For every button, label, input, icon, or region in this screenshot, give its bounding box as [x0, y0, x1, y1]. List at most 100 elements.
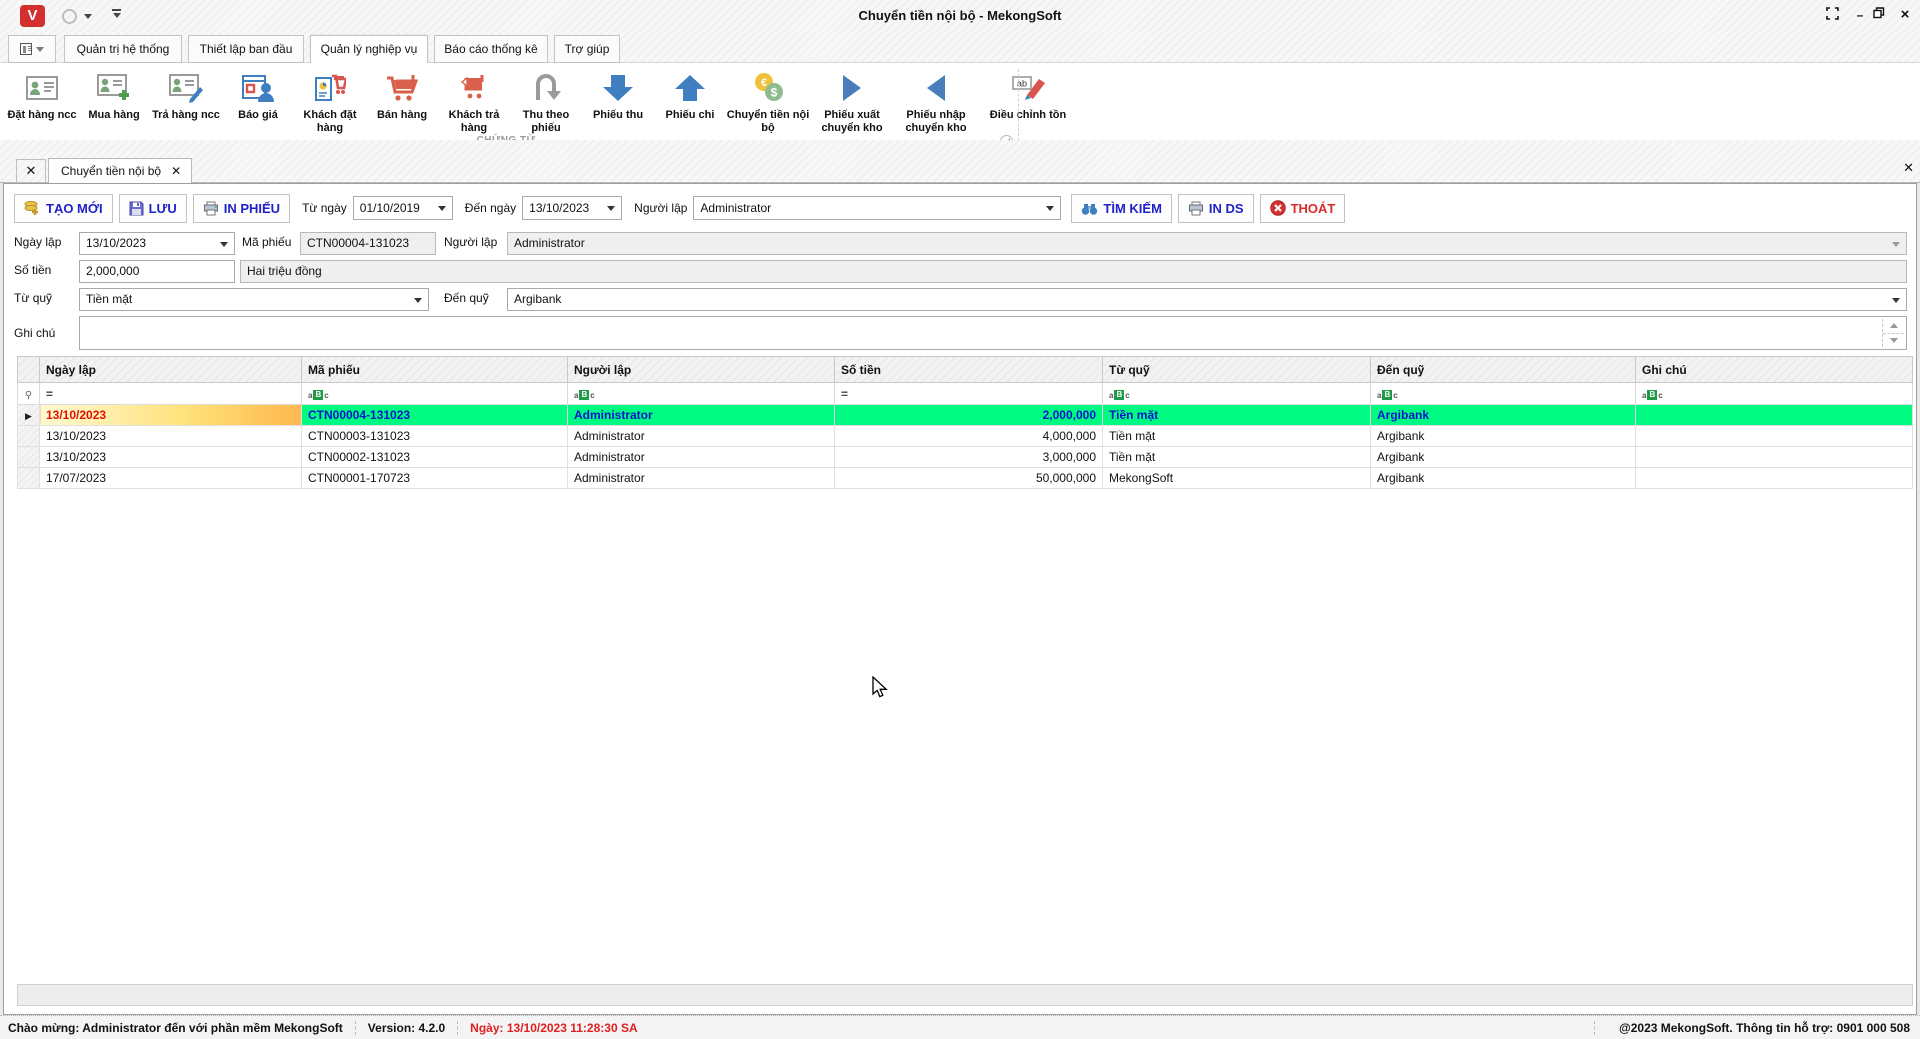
grid-bottom-scrollbar[interactable]	[17, 984, 1913, 1006]
den-quy-combo[interactable]: Argibank	[507, 288, 1907, 311]
ribbon-item-mua-hang[interactable]: Mua hàng	[78, 67, 150, 135]
filter-tu-quy[interactable]: aBc	[1103, 383, 1371, 405]
ngay-lap-combo[interactable]: 13/10/2023	[79, 232, 235, 255]
cell-tu-quy[interactable]: Tiền mặt	[1103, 426, 1371, 447]
from-date-combo[interactable]: 01/10/2019	[353, 196, 453, 220]
close-tab-right-icon[interactable]: ✕	[1903, 160, 1914, 176]
ribbon-item-chuyen-tien-noi-bo[interactable]: €$ Chuyển tiền nội bộ	[726, 67, 810, 135]
tab-close-icon[interactable]: ✕	[171, 164, 181, 178]
tab-quan-tri-he-thong[interactable]: Quản trị hệ thống	[64, 35, 182, 63]
close-all-tabs-button[interactable]: ✕	[16, 159, 46, 183]
ribbon-item-bao-gia[interactable]: Báo giá	[222, 67, 294, 135]
filter-ma-phieu[interactable]: aBc	[302, 383, 568, 405]
cell-den-quy[interactable]: Argibank	[1371, 426, 1636, 447]
cell-ngay-lap[interactable]: 13/10/2023	[40, 426, 302, 447]
filter-so-tien[interactable]: =	[835, 383, 1103, 405]
row-indicator-cell	[18, 447, 40, 468]
ribbon-item-phieu-xuat-chuyen-kho[interactable]: Phiếu xuất chuyển kho	[810, 67, 894, 135]
ribbon-item-ban-hang[interactable]: Bán hàng	[366, 67, 438, 135]
minimize-button[interactable]: –	[1850, 7, 1870, 25]
close-button[interactable]: ×	[1895, 7, 1915, 25]
so-tien-input[interactable]: 2,000,000	[79, 260, 235, 283]
column-header-so-tien[interactable]: Số tiền	[835, 357, 1103, 383]
search-button[interactable]: TÌM KIẾM	[1071, 194, 1172, 223]
cell-ma-phieu[interactable]: CTN00003-131023	[302, 426, 568, 447]
filter-indicator-cell: ⚲	[18, 383, 40, 405]
spin-up-icon[interactable]	[1890, 323, 1898, 328]
cell-tu-quy[interactable]: Tiền mặt	[1103, 447, 1371, 468]
cell-tu-quy[interactable]: MekongSoft	[1103, 468, 1371, 489]
tab-chuyen-tien-noi-bo[interactable]: Chuyển tiền nội bộ✕	[48, 158, 192, 184]
cart-return-icon	[438, 69, 510, 107]
cell-tu-quy[interactable]: Tiền mặt	[1103, 405, 1371, 426]
ribbon-item-phieu-chi[interactable]: Phiếu chi	[654, 67, 726, 135]
tab-tro-giup[interactable]: Trợ giúp	[554, 35, 620, 63]
document-cart-icon	[294, 69, 366, 107]
ribbon-item-dieu-chinh-ton[interactable]: ab Điều chỉnh tồn	[978, 67, 1078, 135]
tu-quy-combo[interactable]: Tiền mặt	[79, 288, 429, 311]
cell-ghi-chu[interactable]	[1636, 405, 1913, 426]
cell-ma-phieu[interactable]: CTN00001-170723	[302, 468, 568, 489]
cell-den-quy[interactable]: Argibank	[1371, 447, 1636, 468]
ghi-chu-spinner[interactable]	[1882, 319, 1904, 347]
ghi-chu-input[interactable]	[79, 316, 1907, 350]
cell-den-quy[interactable]: Argibank	[1371, 405, 1636, 426]
creator-filter-combo[interactable]: Administrator	[693, 196, 1061, 220]
filter-den-quy[interactable]: aBc	[1371, 383, 1636, 405]
cell-ma-phieu[interactable]: CTN00004-131023	[302, 405, 568, 426]
table-row[interactable]: 13/10/2023 CTN00003-131023 Administrator…	[18, 426, 1913, 447]
auto-filter-row: ⚲ = aBc aBc = aBc aBc aBc	[18, 383, 1913, 405]
table-row[interactable]: 13/10/2023 CTN00002-131023 Administrator…	[18, 447, 1913, 468]
filter-ghi-chu[interactable]: aBc	[1636, 383, 1913, 405]
column-header-ngay-lap[interactable]: Ngày lập	[40, 357, 302, 383]
cell-so-tien[interactable]: 2,000,000	[835, 405, 1103, 426]
table-row[interactable]: ▶ 13/10/2023 CTN00004-131023 Administrat…	[18, 405, 1913, 426]
ribbon-item-khach-dat-hang[interactable]: Khách đặt hàng	[294, 67, 366, 135]
application-menu-button[interactable]	[8, 35, 56, 63]
exit-button[interactable]: THOÁT	[1260, 194, 1346, 223]
column-header-tu-quy[interactable]: Từ quỹ	[1103, 357, 1371, 383]
to-date-combo[interactable]: 13/10/2023	[522, 196, 622, 220]
save-button[interactable]: LƯU	[119, 194, 187, 223]
abc-filter-icon: aBc	[1109, 390, 1130, 400]
printer-icon	[203, 201, 219, 216]
tab-thiet-lap-ban-dau[interactable]: Thiết lập ban đầu	[188, 35, 304, 63]
spin-down-icon[interactable]	[1890, 338, 1898, 343]
ribbon-item-khach-tra-hang[interactable]: Khách trả hàng	[438, 67, 510, 135]
cell-ghi-chu[interactable]	[1636, 426, 1913, 447]
cell-ngay-lap[interactable]: 17/07/2023	[40, 468, 302, 489]
ribbon-item-phieu-nhap-chuyen-kho[interactable]: Phiếu nhập chuyển kho	[894, 67, 978, 135]
filter-nguoi-lap[interactable]: aBc	[568, 383, 835, 405]
fullscreen-button[interactable]	[1826, 7, 1846, 25]
cell-ghi-chu[interactable]	[1636, 468, 1913, 489]
cell-nguoi-lap[interactable]: Administrator	[568, 447, 835, 468]
cell-nguoi-lap[interactable]: Administrator	[568, 468, 835, 489]
cell-ma-phieu[interactable]: CTN00002-131023	[302, 447, 568, 468]
cell-ngay-lap[interactable]: 13/10/2023	[40, 447, 302, 468]
ribbon-item-tra-hang-ncc[interactable]: Trả hàng ncc	[150, 67, 222, 135]
cell-ngay-lap[interactable]: 13/10/2023	[40, 405, 302, 426]
cell-nguoi-lap[interactable]: Administrator	[568, 426, 835, 447]
restore-button[interactable]	[1873, 7, 1893, 25]
tab-bao-cao-thong-ke[interactable]: Báo cáo thống kê	[434, 35, 548, 63]
print-list-button[interactable]: IN DS	[1178, 194, 1254, 223]
cell-den-quy[interactable]: Argibank	[1371, 468, 1636, 489]
status-separator	[1594, 1021, 1595, 1035]
print-voucher-button[interactable]: IN PHIẾU	[193, 194, 290, 223]
filter-ngay-lap[interactable]: =	[40, 383, 302, 405]
create-new-button[interactable]: TẠO MỚI	[14, 194, 113, 223]
column-header-nguoi-lap[interactable]: Người lập	[568, 357, 835, 383]
ribbon-item-thu-theo-phieu[interactable]: Thu theo phiếu	[510, 67, 582, 135]
table-row[interactable]: 17/07/2023 CTN00001-170723 Administrator…	[18, 468, 1913, 489]
column-header-den-quy[interactable]: Đến quỹ	[1371, 357, 1636, 383]
column-header-ghi-chu[interactable]: Ghi chú	[1636, 357, 1913, 383]
ribbon-item-phieu-thu[interactable]: Phiếu thu	[582, 67, 654, 135]
ribbon-item-dat-hang-ncc[interactable]: Đặt hàng ncc	[6, 67, 78, 135]
cell-ghi-chu[interactable]	[1636, 447, 1913, 468]
tab-quan-ly-nghiep-vu[interactable]: Quản lý nghiệp vụ	[310, 35, 428, 64]
cell-nguoi-lap[interactable]: Administrator	[568, 405, 835, 426]
cell-so-tien[interactable]: 50,000,000	[835, 468, 1103, 489]
cell-so-tien[interactable]: 3,000,000	[835, 447, 1103, 468]
column-header-ma-phieu[interactable]: Mã phiếu	[302, 357, 568, 383]
cell-so-tien[interactable]: 4,000,000	[835, 426, 1103, 447]
